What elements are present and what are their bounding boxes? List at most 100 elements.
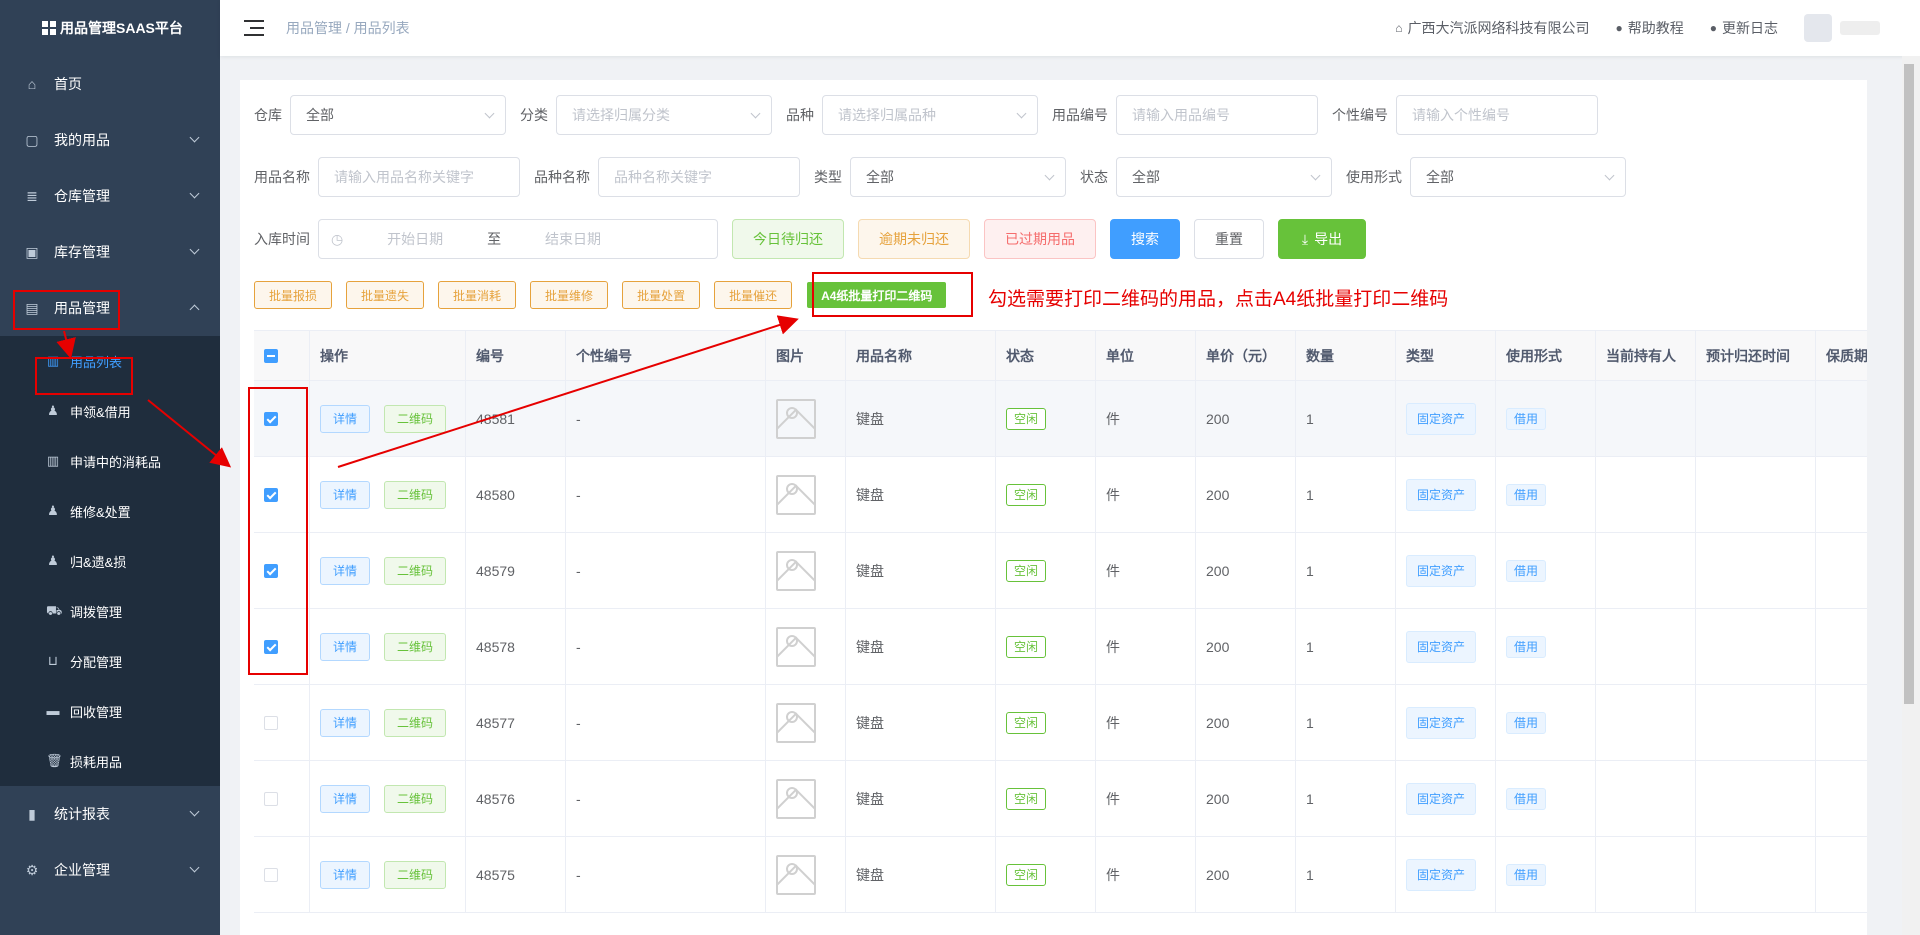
user-icon: ♟ [47, 403, 59, 418]
usage-select[interactable]: 全部 [1410, 157, 1626, 197]
qrcode-button[interactable]: 二维码 [384, 632, 447, 661]
download-icon: ⤓ [1301, 230, 1309, 247]
user-name-blurred[interactable] [1840, 21, 1880, 35]
cell-unit: 件 [1096, 381, 1196, 456]
detail-button[interactable]: 详情 [320, 404, 371, 433]
annotation-box-menu [13, 290, 120, 330]
detail-button[interactable]: 详情 [320, 480, 371, 509]
category-select[interactable]: 请选择归属分类 [556, 95, 772, 135]
sidebar-item-enterprise[interactable]: ⚙ 企业管理 [0, 842, 220, 898]
row-checkbox[interactable] [264, 791, 278, 806]
sidebar-item-recycle[interactable]: ▬ 回收管理 [0, 686, 220, 736]
image-placeholder-icon[interactable] [776, 626, 816, 667]
sidebar-item-pending-consumables[interactable]: ▥ 申请中的消耗品 [0, 436, 220, 486]
company-link[interactable]: ⌂ 广西大汽派网络科技有限公司 [1395, 18, 1589, 38]
qrcode-button[interactable]: 二维码 [384, 860, 447, 889]
scrollbar-thumb[interactable] [1904, 64, 1914, 704]
code-input[interactable]: 请输入用品编号 [1116, 95, 1318, 135]
today-return-button[interactable]: 今日待归还 [732, 219, 844, 259]
sidebar-item-inventory[interactable]: ▣ 库存管理 [0, 224, 220, 280]
detail-button[interactable]: 详情 [320, 708, 371, 737]
qrcode-button[interactable]: 二维码 [384, 784, 447, 813]
cell-status: 空闲 [996, 457, 1096, 532]
table-row[interactable]: 详情 二维码 48577- 键盘 空闲件 200 1 固定资产 借用 [254, 685, 1867, 761]
table-row[interactable]: 详情 二维码 48576- 键盘 空闲件 200 1 固定资产 借用 [254, 761, 1867, 837]
qrcode-button[interactable]: 二维码 [384, 556, 447, 585]
breadcrumb-item[interactable]: 用品管理 [286, 20, 342, 36]
image-placeholder-icon[interactable] [776, 854, 816, 895]
batch-dispose-button[interactable]: 批量处置 [622, 281, 701, 309]
usage-badge: 借用 [1506, 559, 1547, 582]
image-placeholder-icon[interactable] [776, 702, 816, 743]
export-button[interactable]: ⤓ 导出 [1278, 219, 1366, 259]
app-logo[interactable]: 用品管理SAAS平台 [0, 0, 220, 56]
type-select[interactable]: 全部 [850, 157, 1066, 197]
row-select-cell[interactable] [254, 837, 310, 912]
help-link[interactable]: ● 帮助教程 [1616, 18, 1684, 38]
sidebar-item-warehouse[interactable]: ≣ 仓库管理 [0, 168, 220, 224]
image-placeholder-icon[interactable] [776, 778, 816, 819]
image-placeholder-icon[interactable] [776, 474, 816, 515]
home-icon: ⌂ [1395, 21, 1403, 35]
sidebar-item-return-lost-damage[interactable]: ♟ 归&遗&损 [0, 536, 220, 586]
changelog-link[interactable]: ● 更新日志 [1710, 18, 1778, 38]
image-placeholder-icon[interactable] [776, 550, 816, 591]
table-row[interactable]: 详情 二维码 48578- 键盘 空闲件 200 1 固定资产 借用 [254, 609, 1867, 685]
overdue-button[interactable]: 逾期未归还 [858, 219, 970, 259]
sidebar-item-transfer[interactable]: ⛟ 调拨管理 [0, 586, 220, 636]
name-input[interactable]: 请输入用品名称关键字 [318, 157, 520, 197]
cell-expiry [1816, 533, 1867, 608]
qrcode-button[interactable]: 二维码 [384, 480, 447, 509]
qrcode-button[interactable]: 二维码 [384, 404, 447, 433]
cell-code: 48575 [466, 837, 566, 912]
cell-image [766, 685, 846, 760]
expired-button[interactable]: 已过期用品 [984, 219, 1096, 259]
detail-button[interactable]: 详情 [320, 556, 371, 585]
date-separator: 至 [487, 231, 502, 247]
row-checkbox[interactable] [264, 867, 278, 882]
sidebar-item-allocation[interactable]: ⊔ 分配管理 [0, 636, 220, 686]
status-select[interactable]: 全部 [1116, 157, 1332, 197]
hamburger-icon[interactable] [244, 20, 264, 36]
chevron-down-icon [189, 862, 200, 873]
vname-input[interactable]: 品种名称关键字 [598, 157, 800, 197]
search-button[interactable]: 搜索 [1110, 219, 1180, 259]
gear-icon: ⚙ [25, 862, 39, 878]
table-row[interactable]: 详情 二维码 48575- 键盘 空闲件 200 1 固定资产 借用 [254, 837, 1867, 913]
batch-repair-button[interactable]: 批量维修 [530, 281, 609, 309]
sidebar-item-reports[interactable]: ▮ 统计报表 [0, 786, 220, 842]
reset-button[interactable]: 重置 [1194, 219, 1264, 259]
category-placeholder: 请选择归属分类 [572, 107, 670, 123]
date-range-picker[interactable]: ◷ 开始日期 至 结束日期 [318, 219, 718, 259]
batch-remind-button[interactable]: 批量催还 [714, 281, 793, 309]
avatar[interactable] [1804, 14, 1832, 42]
variety-select[interactable]: 请选择归属品种 [822, 95, 1038, 135]
sidebar-item-repair-dispose[interactable]: ♟ 维修&处置 [0, 486, 220, 536]
pcode-input[interactable]: 请输入个性编号 [1396, 95, 1598, 135]
row-select-cell[interactable] [254, 761, 310, 836]
batch-consume-button[interactable]: 批量消耗 [438, 281, 517, 309]
vname-placeholder: 品种名称关键字 [614, 169, 712, 185]
table-row[interactable]: 详情 二维码 48580- 键盘 空闲件 200 1 固定资产 借用 [254, 457, 1867, 533]
image-placeholder-icon[interactable] [776, 398, 816, 439]
select-all-checkbox[interactable] [264, 348, 278, 363]
sidebar-item-loss-items[interactable]: 🗑 损耗用品 [0, 736, 220, 786]
sidebar-item-my-items[interactable]: ▢ 我的用品 [0, 112, 220, 168]
table-row[interactable]: 详情 二维码 48579- 键盘 空闲件 200 1 固定资产 借用 [254, 533, 1867, 609]
warehouse-select[interactable]: 全部 [290, 95, 506, 135]
detail-button[interactable]: 详情 [320, 784, 371, 813]
row-checkbox[interactable] [264, 715, 278, 730]
batch-label: 批量处置 [637, 288, 686, 303]
header-select-all[interactable] [254, 331, 310, 380]
detail-button[interactable]: 详情 [320, 632, 371, 661]
qrcode-button[interactable]: 二维码 [384, 708, 447, 737]
table-row[interactable]: 详情 二维码 48581- 键盘 空闲件 200 1 固定资产 借用 [254, 381, 1867, 457]
batch-report-loss-button[interactable]: 批量报损 [254, 281, 333, 309]
cell-usage: 借用 [1496, 381, 1596, 456]
sidebar-item-home[interactable]: ⌂ 首页 [0, 56, 220, 112]
cell-usage: 借用 [1496, 533, 1596, 608]
batch-lost-button[interactable]: 批量遗失 [346, 281, 425, 309]
row-select-cell[interactable] [254, 685, 310, 760]
column-header: 状态 [996, 331, 1096, 380]
detail-button[interactable]: 详情 [320, 860, 371, 889]
